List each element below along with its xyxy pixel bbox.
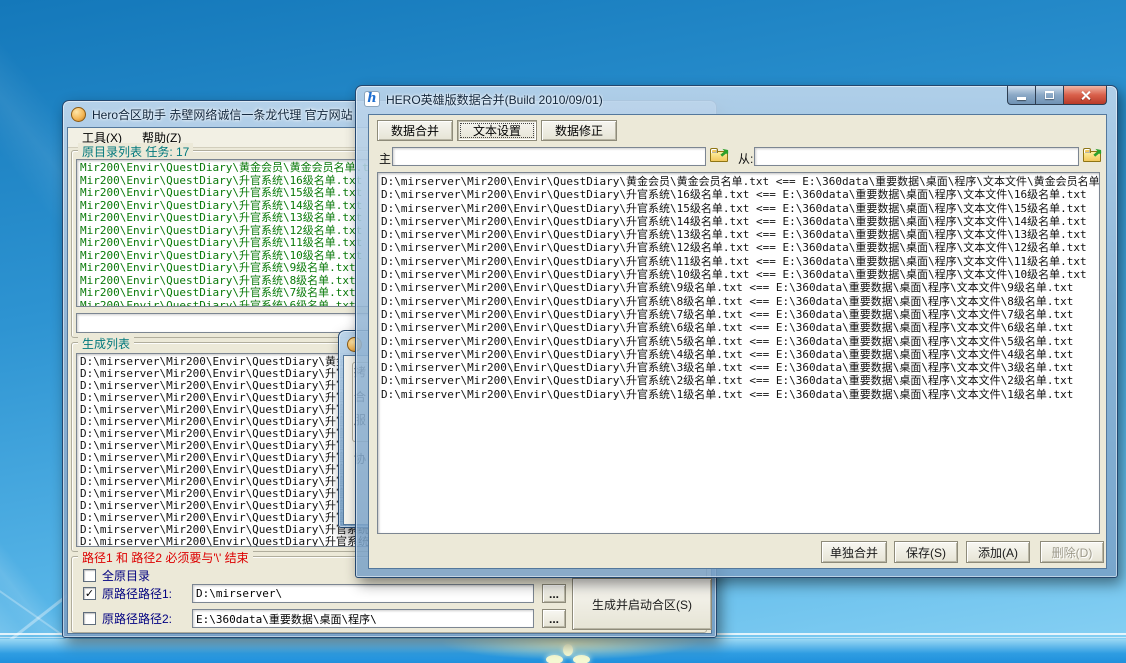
merge-task-item[interactable]: D:\mirserver\Mir200\Envir\QuestDiary\升官系… bbox=[381, 374, 1099, 387]
path2-browse-button[interactable]: ... bbox=[542, 609, 566, 628]
merge-task-item[interactable]: D:\mirserver\Mir200\Envir\QuestDiary\升官系… bbox=[381, 348, 1099, 361]
logo-petal bbox=[563, 644, 573, 656]
main-path-input[interactable] bbox=[392, 147, 706, 166]
maximize-icon bbox=[1045, 91, 1054, 99]
merge-task-item[interactable]: D:\mirserver\Mir200\Envir\QuestDiary\升官系… bbox=[381, 241, 1099, 254]
generated-group-label: 生成列表 bbox=[78, 335, 134, 352]
merge-task-item[interactable]: D:\mirserver\Mir200\Envir\QuestDiary\升官系… bbox=[381, 202, 1099, 215]
close-icon bbox=[1080, 90, 1091, 101]
path2-checkbox[interactable] bbox=[83, 612, 96, 625]
path2-label: 原路径路径2: bbox=[102, 610, 188, 627]
folder-tab bbox=[1083, 148, 1091, 153]
path-warning-label: 路径1 和 路径2 必须要与'\' 结束 bbox=[78, 549, 253, 566]
merge-task-item[interactable]: D:\mirserver\Mir200\Envir\QuestDiary\升官系… bbox=[381, 335, 1099, 348]
merge-task-item[interactable]: D:\mirserver\Mir200\Envir\QuestDiary\升官系… bbox=[381, 295, 1099, 308]
hero-merge-app-icon: h bbox=[364, 91, 380, 107]
folder-open-icon[interactable] bbox=[710, 148, 729, 163]
close-button[interactable] bbox=[1063, 86, 1107, 105]
merge-task-item[interactable]: D:\mirserver\Mir200\Envir\QuestDiary\升官系… bbox=[381, 361, 1099, 374]
hero-merge-title: HERO英雄版数据合并(Build 2010/09/01) bbox=[386, 91, 603, 108]
source-group-label: 原目录列表 任务: 17 bbox=[78, 143, 193, 160]
logo-petal bbox=[546, 655, 563, 663]
tab-data-fix[interactable]: 数据修正 bbox=[541, 120, 617, 141]
merge-task-item[interactable]: D:\mirserver\Mir200\Envir\QuestDiary\黄金会… bbox=[381, 175, 1099, 188]
checkbox-row-path2[interactable]: 原路径路径2: bbox=[83, 610, 188, 627]
delete-button: 删除(D) bbox=[1040, 541, 1104, 563]
path1-browse-button[interactable]: ... bbox=[542, 584, 566, 603]
folder-tab bbox=[710, 148, 718, 153]
minimize-button[interactable] bbox=[1007, 86, 1036, 105]
merge-single-button[interactable]: 单独合并 bbox=[821, 541, 887, 563]
all-source-checkbox[interactable] bbox=[83, 569, 96, 582]
hero-app-icon bbox=[71, 107, 86, 122]
maximize-button[interactable] bbox=[1036, 86, 1063, 105]
windows-logo-glow bbox=[542, 644, 594, 663]
window-controls bbox=[1007, 86, 1107, 105]
folder-open-icon[interactable] bbox=[1083, 148, 1102, 163]
path1-checkbox[interactable]: ✓ bbox=[83, 587, 96, 600]
from-path-label: 从: bbox=[738, 150, 753, 167]
hero-window-title: Hero合区助手 赤壁网络诚信一条龙代理 官方网站 bbox=[92, 106, 353, 123]
merge-task-item[interactable]: D:\mirserver\Mir200\Envir\QuestDiary\升官系… bbox=[381, 188, 1099, 201]
all-source-label: 全原目录 bbox=[102, 567, 150, 584]
path1-label: 原路径路径1: bbox=[102, 585, 188, 602]
merge-task-item[interactable]: D:\mirserver\Mir200\Envir\QuestDiary\升官系… bbox=[381, 268, 1099, 281]
save-button[interactable]: 保存(S) bbox=[894, 541, 958, 563]
hero-merge-window[interactable]: h HERO英雄版数据合并(Build 2010/09/01) 数据合并 文本设… bbox=[355, 85, 1118, 578]
merge-task-item[interactable]: D:\mirserver\Mir200\Envir\QuestDiary\升官系… bbox=[381, 321, 1099, 334]
merge-task-item[interactable]: D:\mirserver\Mir200\Envir\QuestDiary\升官系… bbox=[381, 255, 1099, 268]
logo-petal bbox=[573, 655, 590, 663]
tab-data-merge[interactable]: 数据合并 bbox=[377, 120, 453, 141]
minimize-icon bbox=[1017, 97, 1026, 100]
checkbox-row-path1[interactable]: ✓ 原路径路径1: bbox=[83, 585, 188, 602]
merge-task-item[interactable]: D:\mirserver\Mir200\Envir\QuestDiary\升官系… bbox=[381, 215, 1099, 228]
merge-task-item[interactable]: D:\mirserver\Mir200\Envir\QuestDiary\升官系… bbox=[381, 308, 1099, 321]
checkbox-row-all[interactable]: 全原目录 bbox=[83, 567, 150, 584]
generate-and-start-button[interactable]: 生成并启动合区(S) bbox=[572, 578, 712, 630]
merge-task-item[interactable]: D:\mirserver\Mir200\Envir\QuestDiary\升官系… bbox=[381, 281, 1099, 294]
from-path-input[interactable] bbox=[754, 147, 1079, 166]
hero-merge-titlebar[interactable]: h HERO英雄版数据合并(Build 2010/09/01) bbox=[356, 86, 1117, 112]
merge-task-item[interactable]: D:\mirserver\Mir200\Envir\QuestDiary\升官系… bbox=[381, 228, 1099, 241]
add-button[interactable]: 添加(A) bbox=[966, 541, 1030, 563]
hero-merge-client: 数据合并 文本设置 数据修正 主: 从: D:\mirserver\Mir200… bbox=[368, 114, 1107, 569]
merge-task-listbox[interactable]: D:\mirserver\Mir200\Envir\QuestDiary\黄金会… bbox=[377, 172, 1100, 534]
path1-input[interactable] bbox=[192, 584, 534, 603]
tab-text-settings[interactable]: 文本设置 bbox=[457, 120, 537, 141]
merge-task-item[interactable]: D:\mirserver\Mir200\Envir\QuestDiary\升官系… bbox=[381, 388, 1099, 401]
path2-input[interactable] bbox=[192, 609, 534, 628]
